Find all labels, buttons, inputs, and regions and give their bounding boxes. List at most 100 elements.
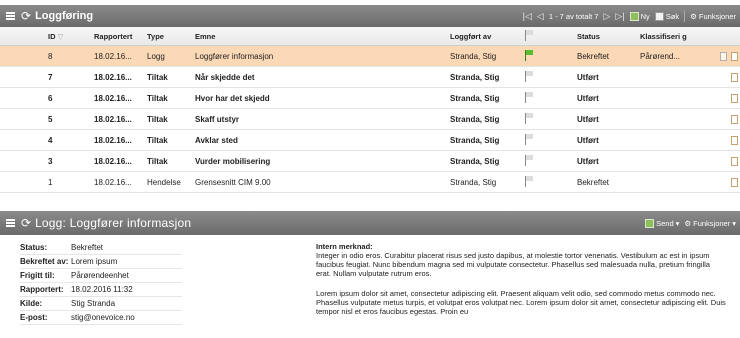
cell-loggfort-av: Stranda, Stig <box>450 135 500 145</box>
refresh-icon[interactable]: ⟳ <box>21 217 31 229</box>
cell-reportert: 18.02.16... <box>94 156 132 166</box>
cell-flag[interactable] <box>522 70 577 84</box>
cell-flag[interactable] <box>522 175 577 189</box>
cell-type: Tiltak <box>147 72 168 82</box>
table-row[interactable]: 7 18.02.16... Tiltak Når skjedde det Str… <box>0 67 740 88</box>
table-row[interactable]: 3 18.02.16... Tiltak Vurder mobilisering… <box>0 151 740 172</box>
cell-status: Utført <box>577 135 599 145</box>
log-table: ID ▽ Rapportert Type Emne Loggført av St… <box>0 27 740 193</box>
gear-icon: ⚙ <box>684 218 692 228</box>
document-icon[interactable] <box>731 177 738 187</box>
detail-field-reported: Rapportert: 18.02.2016 11:32 <box>20 283 182 297</box>
table-row[interactable]: 8 18.02.16... Logg Loggfører informasjon… <box>0 46 740 67</box>
cell-reportert: 18.02.16... <box>94 51 132 61</box>
document-icon[interactable] <box>731 114 738 124</box>
functions-button[interactable]: ⚙ Funksjoner ▾ <box>684 219 736 228</box>
document-icon[interactable] <box>731 51 738 61</box>
cell-reportert: 18.02.16... <box>94 177 132 187</box>
document-icon[interactable] <box>731 93 738 103</box>
internal-note-heading: Intern merknad: <box>316 242 373 251</box>
detail-notes: Intern merknad: Integer in odio eros. Cu… <box>316 242 726 316</box>
cell-type: Logg <box>147 51 165 61</box>
document-icon[interactable] <box>731 156 738 166</box>
send-label: Send <box>656 218 674 228</box>
flag-icon <box>524 154 535 166</box>
field-value: 18.02.2016 11:32 <box>71 285 133 294</box>
field-value: Stig Stranda <box>71 299 116 308</box>
cell-klassifisering: Pårørend... <box>640 51 681 61</box>
chevron-down-icon: ▾ <box>732 218 736 228</box>
refresh-icon[interactable]: ⟳ <box>21 10 31 22</box>
table-row[interactable]: 5 18.02.16... Tiltak Skaff utstyr Strand… <box>0 109 740 130</box>
cell-id: 5 <box>48 114 53 124</box>
detail-field-source: Kilde: Stig Stranda <box>20 297 182 311</box>
table-header-row: ID ▽ Rapportert Type Emne Loggført av St… <box>0 27 740 46</box>
functions-label: Funksjoner <box>698 11 736 21</box>
column-header-id[interactable]: ID ▽ <box>0 32 94 41</box>
cell-flag[interactable] <box>522 91 577 105</box>
sort-desc-icon: ▽ <box>57 31 64 41</box>
functions-button[interactable]: ⚙ Funksjoner <box>690 12 736 21</box>
menu-icon[interactable] <box>6 12 15 20</box>
cell-flag[interactable] <box>522 133 577 147</box>
column-header-emne[interactable]: Emne <box>195 32 450 41</box>
cell-status: Utført <box>577 72 599 82</box>
flag-icon <box>524 133 535 145</box>
document-icon[interactable] <box>731 72 738 82</box>
flag-icon <box>524 70 535 82</box>
last-page-icon[interactable]: ▷| <box>615 11 624 22</box>
detail-field-email: E-post: stig@onevoice.no <box>20 311 182 325</box>
table-row[interactable]: 4 18.02.16... Tiltak Avklar sted Stranda… <box>0 130 740 151</box>
detail-fields: Status: Bekreftet Bekreftet av: Lorem ipsu… <box>20 241 182 325</box>
cell-emne: Loggfører informasjon <box>195 51 274 61</box>
pager-text: 1 - 7 av totalt 7 <box>548 11 599 21</box>
first-page-icon[interactable]: |◁ <box>523 11 532 22</box>
next-page-icon[interactable]: ▷ <box>603 11 610 22</box>
table-row[interactable]: 6 18.02.16... Tiltak Hvor har det skjedd… <box>0 88 740 109</box>
column-header-loggfort-av[interactable]: Loggført av <box>450 32 522 41</box>
cell-flag[interactable] <box>522 49 577 63</box>
cell-reportert: 18.02.16... <box>94 72 132 82</box>
column-header-klassifisering[interactable]: Klassifiseri g <box>637 32 710 41</box>
detail-panel-header: ⟳ Logg: Loggfører informasjon Send ▾ ⚙ F… <box>0 211 740 235</box>
edit-icon[interactable] <box>720 51 727 61</box>
cell-flag[interactable] <box>522 154 577 168</box>
flag-icon <box>524 175 535 187</box>
field-label: Bekreftet av: <box>20 257 69 266</box>
log-panel-title: Loggføring <box>35 10 94 22</box>
functions-label: Funksjoner <box>693 218 731 228</box>
flag-icon <box>524 91 535 103</box>
cell-emne: Grensesnitt CIM 9.00 <box>195 177 271 187</box>
prev-page-icon[interactable]: ◁ <box>537 11 544 22</box>
cell-loggfort-av: Stranda, Stig <box>450 93 500 103</box>
cell-emne: Vurder mobilisering <box>195 156 271 166</box>
field-label: Status: <box>20 243 48 252</box>
search-button[interactable]: Søk <box>654 11 679 21</box>
field-label: E-post: <box>20 313 48 322</box>
cell-reportert: 18.02.16... <box>94 135 132 145</box>
document-icon[interactable] <box>731 135 738 145</box>
cell-type: Tiltak <box>147 135 168 145</box>
column-header-reportert[interactable]: Rapportert <box>94 32 145 41</box>
detail-field-status: Status: Bekreftet <box>20 241 182 255</box>
cell-flag[interactable] <box>522 112 577 126</box>
menu-icon[interactable] <box>6 219 15 227</box>
cell-emne: Når skjedde det <box>195 72 255 82</box>
column-header-flag[interactable] <box>522 29 577 43</box>
email-link[interactable]: stig@onevoice.no <box>71 313 182 322</box>
detail-panel: Status: Bekreftet Bekreftet av: Lorem ipsu… <box>0 235 740 338</box>
send-button[interactable]: Send ▾ <box>645 218 679 228</box>
search-icon <box>654 11 664 21</box>
cell-reportert: 18.02.16... <box>94 114 132 124</box>
new-button[interactable]: Ny <box>629 11 650 21</box>
cell-type: Tiltak <box>147 156 168 166</box>
cell-status: Utført <box>577 93 599 103</box>
table-row[interactable]: 1 18.02.16... Hendelse Grensesnitt CIM 9… <box>0 172 740 193</box>
toolbar-divider <box>684 10 686 22</box>
cell-emne: Skaff utstyr <box>195 114 240 124</box>
log-panel-header: ⟳ Loggføring |◁ ◁ 1 - 7 av totalt 7 ▷ ▷|… <box>0 5 740 27</box>
column-header-type[interactable]: Type <box>145 32 195 41</box>
cell-type: Tiltak <box>147 114 168 124</box>
cell-id: 3 <box>48 156 53 166</box>
column-header-status[interactable]: Status <box>577 32 637 41</box>
